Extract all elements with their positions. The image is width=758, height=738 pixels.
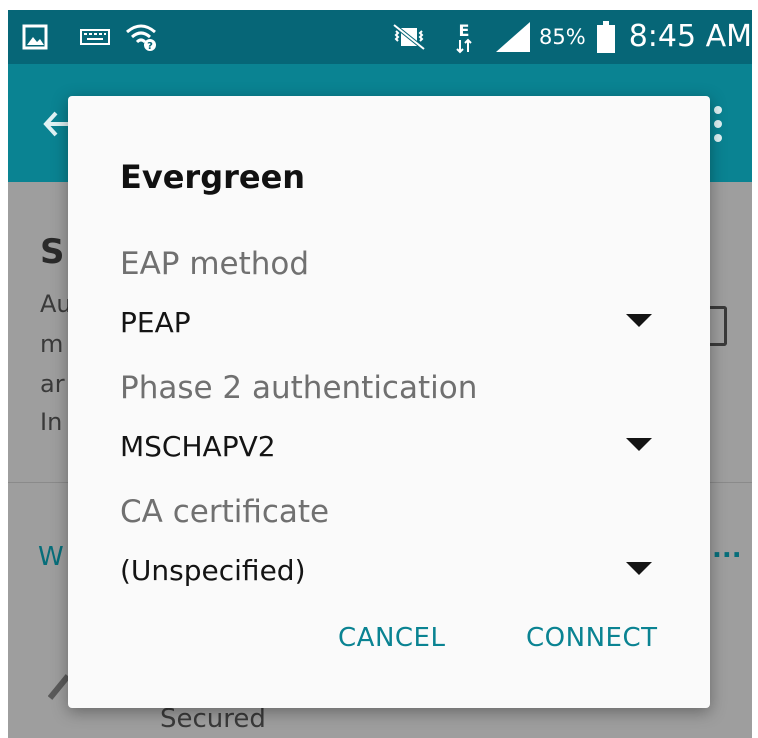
vibrate-mute-icon (388, 10, 430, 64)
phase2-auth-value[interactable]: MSCHAPV2 (120, 430, 276, 463)
battery-icon (596, 10, 616, 64)
eap-method-value[interactable]: PEAP (120, 306, 191, 339)
connect-button[interactable]: CONNECT (526, 616, 657, 660)
section-header: W (38, 542, 64, 572)
setting-desc-line: ar (40, 370, 65, 398)
dropdown-arrow-icon[interactable] (626, 314, 652, 327)
network-secured-label: Secured (160, 704, 266, 734)
setting-desc-line: m (40, 330, 64, 358)
overflow-menu-icon[interactable] (708, 104, 728, 152)
ca-certificate-value[interactable]: (Unspecified) (120, 554, 306, 586)
ca-certificate-field[interactable]: CA certificate (Unspecified) (68, 494, 710, 586)
svg-text:?: ? (147, 41, 153, 52)
svg-text:E: E (459, 21, 470, 40)
data-e-icon: E (454, 10, 474, 64)
setting-desc-line: Au (40, 290, 72, 318)
battery-percent: 85% (539, 25, 586, 49)
eap-method-label: EAP method (120, 246, 310, 282)
toggle-checkbox[interactable] (708, 306, 727, 346)
cancel-button[interactable]: CANCEL (338, 616, 445, 660)
phase2-auth-field[interactable]: Phase 2 authentication MSCHAPV2 (68, 370, 710, 500)
setting-title: S (40, 232, 65, 272)
dialog-title: Evergreen (120, 158, 306, 196)
screen: ? E 85% 8:45 AM S Au m ar In W ... Secur… (8, 10, 752, 738)
dialog-fields: EAP method PEAP Phase 2 authentication M… (68, 246, 710, 586)
eap-method-field[interactable]: EAP method PEAP (68, 246, 710, 376)
phase2-auth-label: Phase 2 authentication (120, 370, 478, 406)
wifi-question-icon: ? (124, 10, 158, 64)
dropdown-arrow-icon[interactable] (626, 438, 652, 451)
dropdown-arrow-icon[interactable] (626, 562, 652, 575)
ca-certificate-label: CA certificate (120, 494, 330, 530)
keyboard-icon (80, 10, 110, 64)
setting-desc-line: In (40, 408, 63, 436)
status-bar: ? E 85% 8:45 AM (8, 10, 752, 64)
status-time: 8:45 AM (628, 19, 752, 54)
wifi-connect-dialog: Evergreen EAP method PEAP Phase 2 authen… (68, 96, 710, 708)
signal-icon (492, 10, 532, 64)
more-dots[interactable]: ... (712, 534, 742, 564)
gallery-notification-icon (22, 10, 48, 64)
